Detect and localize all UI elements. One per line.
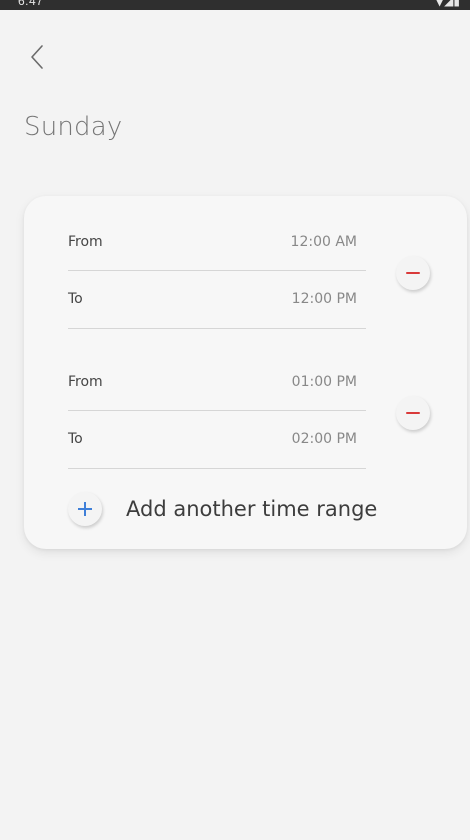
add-time-range-label: Add another time range: [126, 497, 378, 521]
range-2-from-label: From: [68, 374, 103, 390]
divider: [68, 468, 366, 469]
time-range-card: From 12:00 AM To 12:00 PM From 01:00 PM …: [24, 196, 467, 549]
minus-icon: [406, 272, 420, 274]
range-1-from-value: 12:00 AM: [290, 234, 357, 250]
chevron-left-icon: [31, 45, 43, 69]
range-2-from-row[interactable]: From 01:00 PM: [68, 354, 367, 410]
back-button[interactable]: [22, 38, 56, 76]
range-1-to-value: 12:00 PM: [291, 291, 357, 307]
range-2-to-row[interactable]: To 02:00 PM: [68, 411, 367, 467]
range-2-to-value: 02:00 PM: [291, 431, 357, 447]
range-1-from-label: From: [68, 234, 103, 250]
add-time-range-row[interactable]: Add another time range: [68, 492, 428, 526]
range-1-to-row[interactable]: To 12:00 PM: [68, 271, 367, 327]
range-2-from-value: 01:00 PM: [291, 374, 357, 390]
page-title: Sunday: [24, 112, 123, 142]
range-1-from-row[interactable]: From 12:00 AM: [68, 214, 367, 270]
status-bar: 6:47 ▼◢▮: [0, 0, 470, 10]
plus-icon: [84, 502, 86, 516]
divider: [68, 328, 366, 329]
minus-icon: [406, 412, 420, 414]
range-2-to-label: To: [68, 431, 83, 447]
remove-range-1-button[interactable]: [396, 256, 430, 290]
status-icons: ▼◢▮: [434, 0, 460, 8]
range-1-to-label: To: [68, 291, 83, 307]
status-time: 6:47: [18, 0, 44, 8]
add-time-range-button[interactable]: [68, 492, 102, 526]
remove-range-2-button[interactable]: [396, 396, 430, 430]
